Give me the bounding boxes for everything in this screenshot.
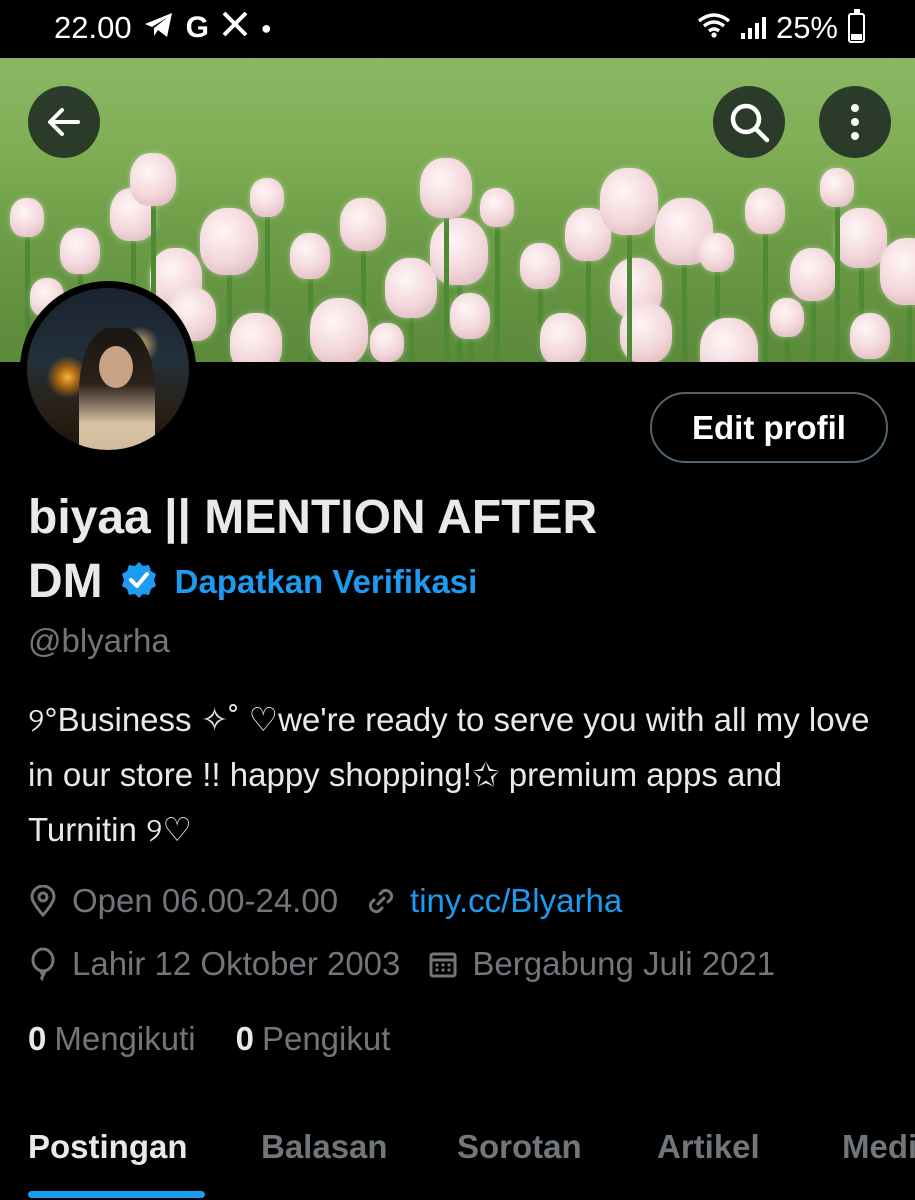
search-button[interactable]	[713, 86, 785, 158]
google-icon: G	[185, 11, 209, 44]
following-count: 0	[28, 1020, 47, 1057]
following-label: Mengikuti	[54, 1020, 196, 1057]
x-icon	[221, 10, 249, 46]
status-time: 22.00	[54, 10, 132, 45]
tab-sorotan[interactable]: Sorotan	[457, 1128, 582, 1166]
profile-avatar[interactable]	[20, 281, 196, 457]
battery-percent: 25%	[775, 10, 838, 45]
get-verified-link[interactable]: Dapatkan Verifikasi	[175, 563, 478, 601]
location-item: Open 06.00-24.00	[28, 882, 338, 920]
birthday-item: Lahir 12 Oktober 2003	[28, 945, 400, 983]
status-bar-left: 22.00 G ●	[54, 10, 272, 46]
followers-count: 0	[235, 1020, 254, 1057]
tab-media[interactable]: Media	[842, 1128, 915, 1166]
tab-balasan[interactable]: Balasan	[261, 1128, 388, 1166]
tab-postingan[interactable]: Postingan	[28, 1128, 188, 1166]
back-button[interactable]	[28, 86, 100, 158]
followers-link[interactable]: 0 Pengikut	[236, 1020, 391, 1058]
following-link[interactable]: 0 Mengikuti	[28, 1020, 196, 1058]
birthday-text: Lahir 12 Oktober 2003	[72, 945, 401, 982]
profile-tabs: Postingan Balasan Sorotan Artikel Media	[0, 1120, 915, 1200]
website-link[interactable]: tiny.cc/Blyarha	[410, 882, 622, 920]
profile-handle: @blyarha	[28, 622, 170, 659]
signal-icon	[740, 17, 766, 39]
joined-text: Bergabung Juli 2021	[472, 945, 776, 982]
edit-profile-button[interactable]: Edit profil	[650, 392, 888, 463]
followers-label: Pengikut	[261, 1020, 391, 1057]
link-icon	[369, 888, 394, 914]
follow-stats: 0 Mengikuti 0 Pengikut	[28, 1020, 390, 1058]
website-item[interactable]: tiny.cc/Blyarha	[366, 882, 622, 920]
telegram-icon	[144, 10, 174, 46]
arrow-left-icon	[48, 108, 80, 136]
status-bar-right: 25%	[697, 9, 865, 46]
search-icon	[730, 103, 770, 143]
verified-badge-icon[interactable]	[119, 560, 159, 605]
location-pin-icon	[30, 885, 56, 917]
profile-meta-row-1: Open 06.00-24.00 tiny.cc/Blyarha	[28, 882, 650, 920]
display-name: biyaa || MENTION AFTER	[28, 491, 598, 544]
more-button[interactable]	[819, 86, 891, 158]
tab-artikel[interactable]: Artikel	[657, 1128, 760, 1166]
more-vertical-icon	[851, 104, 859, 140]
battery-icon	[848, 9, 865, 43]
calendar-icon	[429, 952, 457, 978]
active-tab-indicator	[28, 1191, 205, 1198]
location-text: Open 06.00-24.00	[72, 882, 339, 919]
profile-bio: ୨°Business ✧˚ ♡we're ready to serve you …	[28, 701, 870, 848]
display-name-continued: DM	[28, 555, 103, 608]
wifi-icon	[697, 10, 731, 46]
notification-dot-icon: ●	[260, 17, 272, 38]
joined-item: Bergabung Juli 2021	[428, 945, 775, 983]
status-bar: 22.00 G ● 25%	[0, 0, 915, 58]
balloon-icon	[31, 947, 55, 981]
profile-meta-row-2: Lahir 12 Oktober 2003 Bergabung Juli 202…	[28, 945, 803, 983]
display-name-line2: DM Dapatkan Verifikasi	[28, 550, 477, 614]
